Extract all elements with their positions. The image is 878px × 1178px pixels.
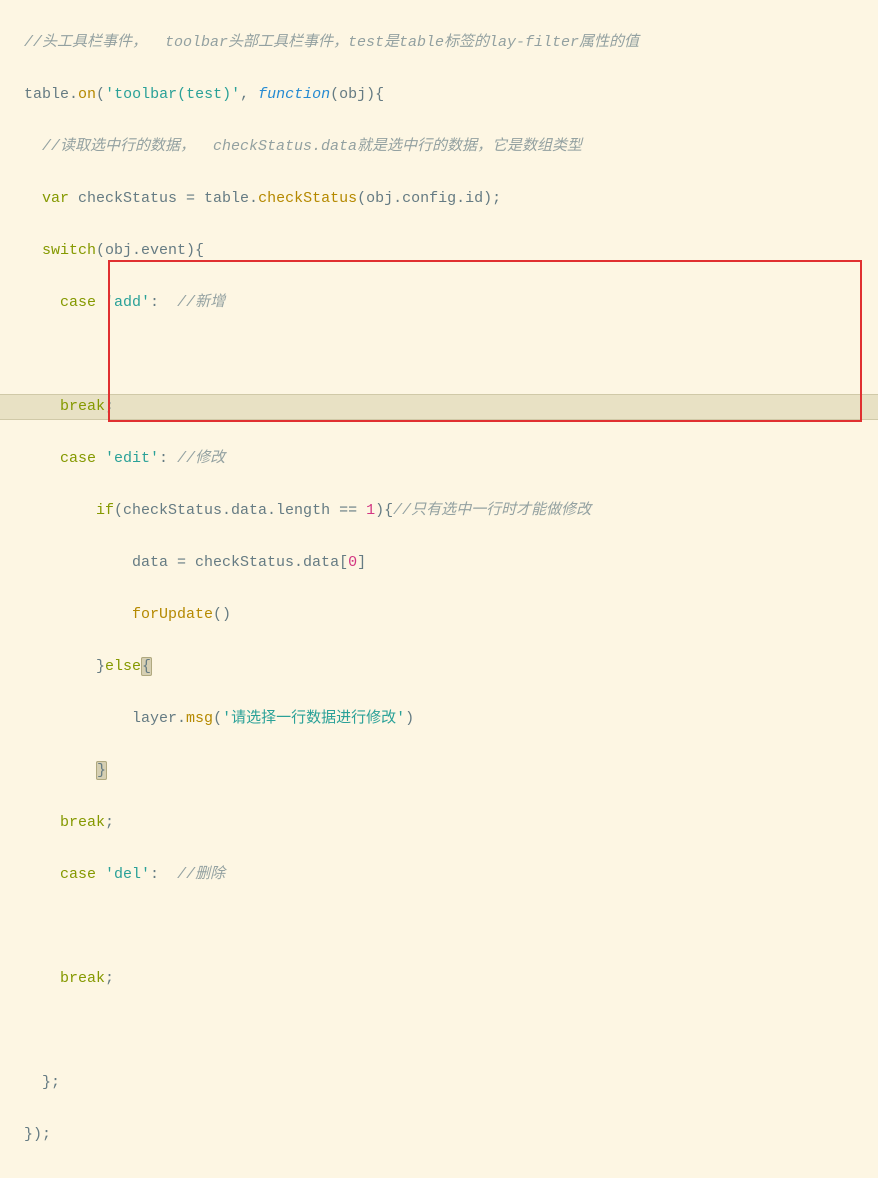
code-text: ; (105, 814, 114, 831)
code-text: layer. (132, 710, 186, 727)
code-text: ) (405, 710, 414, 727)
code-comment: //头工具栏事件， toolbar头部工具栏事件，test是table标签的la… (24, 34, 639, 51)
code-keyword: case (60, 450, 96, 467)
brace-highlight: { (141, 657, 152, 676)
code-keyword: case (60, 294, 96, 311)
code-number: 0 (348, 554, 357, 571)
code-text: }; (42, 1074, 60, 1091)
code-text: ; (105, 398, 114, 415)
code-string: '请选择一行数据进行修改' (222, 710, 405, 727)
code-text: ( (213, 710, 222, 727)
code-text: : (150, 866, 177, 883)
code-keyword: break (60, 970, 105, 987)
code-method: checkStatus (258, 190, 357, 207)
code-editor[interactable]: //头工具栏事件， toolbar头部工具栏事件，test是table标签的la… (0, 0, 878, 1178)
code-text: (checkStatus.data.length == (114, 502, 366, 519)
brace-highlight: } (96, 761, 107, 780)
code-keyword: if (96, 502, 114, 519)
code-text: (obj){ (330, 86, 384, 103)
code-keyword: case (60, 866, 96, 883)
code-text: }); (24, 1126, 51, 1143)
code-comment: //新增 (177, 294, 225, 311)
code-text: data = checkStatus.data[ (132, 554, 348, 571)
code-string: 'del' (96, 866, 150, 883)
code-keyword: else (105, 658, 141, 675)
code-keyword: function (258, 86, 330, 103)
code-text: . (69, 86, 78, 103)
code-method: msg (186, 710, 213, 727)
code-text: ( (96, 86, 105, 103)
code-text: ] (357, 554, 366, 571)
code-keyword: break (60, 814, 105, 831)
code-method: on (78, 86, 96, 103)
code-comment: //只有选中一行时才能做修改 (393, 502, 591, 519)
code-text: table (24, 86, 69, 103)
code-method: forUpdate (132, 606, 213, 623)
code-keyword: switch (42, 242, 96, 259)
code-text: (obj.config.id); (357, 190, 501, 207)
code-text: checkStatus = table. (69, 190, 258, 207)
code-text: ){ (375, 502, 393, 519)
code-text: : (150, 294, 177, 311)
code-text: () (213, 606, 231, 623)
code-number: 1 (366, 502, 375, 519)
code-text: } (96, 658, 105, 675)
code-string: 'edit' (96, 450, 159, 467)
code-comment: //读取选中行的数据， checkStatus.data就是选中行的数据，它是数… (42, 138, 582, 155)
code-string: 'add' (96, 294, 150, 311)
code-keyword: break (60, 398, 105, 415)
code-comment: //修改 (177, 450, 225, 467)
code-keyword: var (42, 190, 69, 207)
code-comment: //删除 (177, 866, 225, 883)
code-text: (obj.event){ (96, 242, 204, 259)
code-text: ; (105, 970, 114, 987)
code-string: 'toolbar(test)' (105, 86, 240, 103)
code-text: : (159, 450, 177, 467)
code-text: , (240, 86, 258, 103)
